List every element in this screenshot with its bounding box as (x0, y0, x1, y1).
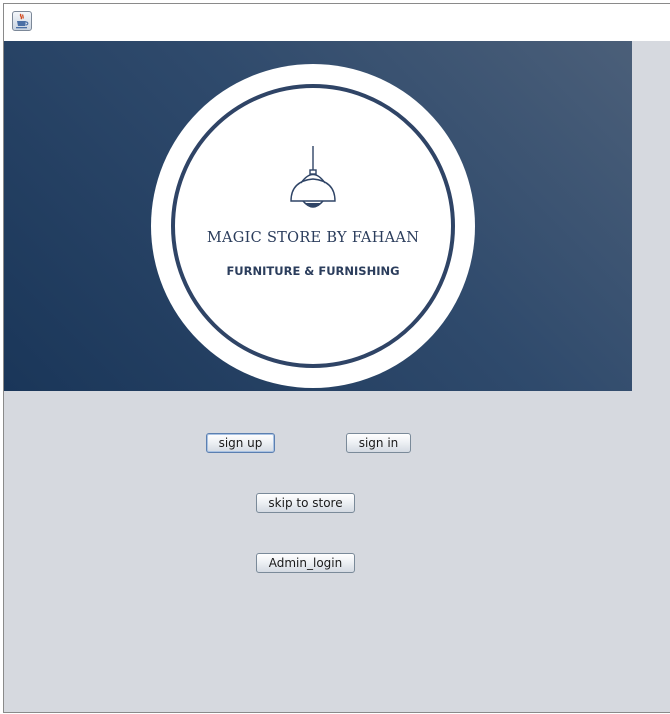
sign-in-button[interactable]: sign in (346, 433, 411, 453)
logo-title: MAGIC STORE BY FAHAAN (206, 230, 420, 246)
store-logo: MAGIC STORE BY FAHAAN FURNITURE & FURNIS… (151, 64, 475, 388)
title-bar (4, 4, 670, 41)
store-banner: MAGIC STORE BY FAHAAN FURNITURE & FURNIS… (4, 41, 632, 391)
java-coffee-cup-icon[interactable] (12, 11, 32, 31)
admin-login-button[interactable]: Admin_login (256, 553, 355, 573)
sign-up-button[interactable]: sign up (206, 433, 275, 453)
logo-subtitle: FURNITURE & FURNISHING (226, 264, 400, 278)
skip-to-store-button[interactable]: skip to store (256, 493, 355, 513)
logo-circle (151, 64, 475, 388)
app-window: MAGIC STORE BY FAHAAN FURNITURE & FURNIS… (3, 3, 670, 713)
